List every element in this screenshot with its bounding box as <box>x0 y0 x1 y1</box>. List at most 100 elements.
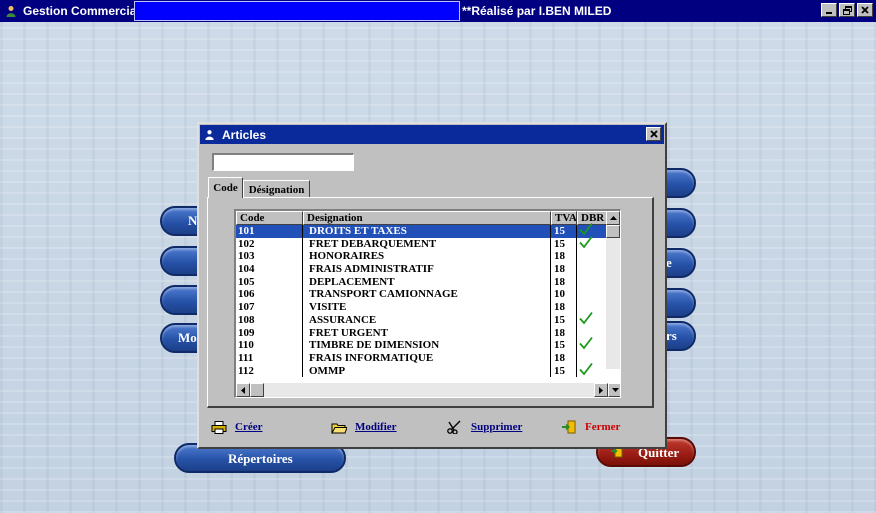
tab-code-label: Code <box>213 182 238 194</box>
delete-action[interactable]: Supprimer <box>447 420 522 434</box>
restore-icon <box>842 5 852 15</box>
cell-code: 103 <box>236 250 303 264</box>
create-action[interactable]: Créer <box>211 420 262 434</box>
modify-label: Modifier <box>355 421 397 433</box>
arrow-right-icon <box>599 386 603 394</box>
table-row[interactable]: 108 ASSURANCE 15 <box>236 311 608 327</box>
cell-designation: FRAIS INFORMATIQUE <box>303 351 551 365</box>
cell-tva: 18 <box>551 263 577 276</box>
cell-code: 104 <box>236 263 303 276</box>
table-row[interactable]: 111 FRAIS INFORMATIQUE 18 <box>236 351 608 365</box>
delete-label: Supprimer <box>471 421 523 433</box>
horizontal-scrollbar[interactable] <box>236 383 608 397</box>
cell-code: 107 <box>236 301 303 314</box>
cell-designation: FRET DEBARQUEMENT <box>303 237 551 251</box>
repertoires-label: Répertoires <box>228 451 293 466</box>
minimize-icon <box>826 12 832 14</box>
arrow-down-icon <box>611 388 619 392</box>
cell-designation: DROITS ET TAXES <box>303 225 551 238</box>
cell-code: 109 <box>236 326 303 340</box>
cell-tva: 18 <box>551 250 577 264</box>
checkmark-icon <box>579 362 593 380</box>
scroll-left-button[interactable] <box>236 383 250 397</box>
dialog-title: Articles <box>222 127 267 142</box>
cell-tva: 15 <box>551 237 577 251</box>
cell-tva: 18 <box>551 326 577 340</box>
search-input[interactable] <box>212 153 354 171</box>
folder-open-icon <box>331 420 349 434</box>
restore-button[interactable] <box>839 3 855 17</box>
table-row[interactable]: 101 DROITS ET TAXES 15 <box>236 222 608 238</box>
close-label: Fermer <box>585 421 621 433</box>
cell-designation: FRET URGENT <box>303 326 551 340</box>
cell-code: 105 <box>236 275 303 289</box>
cell-dbr <box>577 276 608 289</box>
grid-rows: 101 DROITS ET TAXES 15 102 FRET DEBARQUEMENT… <box>236 222 608 380</box>
cell-tva: 18 <box>551 275 577 289</box>
articles-grid: Code Designation TVA DBR 101 DROITS ET TA… <box>234 209 621 398</box>
cell-code: 111 <box>236 351 303 365</box>
menu-button-left-1-label: N <box>188 213 198 228</box>
scissors-icon <box>447 420 465 434</box>
vertical-scroll-thumb[interactable] <box>606 225 620 238</box>
person-icon <box>4 4 18 18</box>
scroll-right-button[interactable] <box>594 383 608 397</box>
close-action[interactable]: Fermer <box>561 420 620 434</box>
cell-tva: 15 <box>551 225 577 238</box>
modify-action[interactable]: Modifier <box>331 420 397 434</box>
scroll-down-button[interactable] <box>608 383 620 397</box>
cell-code: 112 <box>236 364 303 378</box>
cell-tva: 15 <box>551 339 577 352</box>
cell-tva: 10 <box>551 288 577 302</box>
horizontal-scroll-thumb[interactable] <box>250 383 264 397</box>
table-row[interactable]: 102 FRET DEBARQUEMENT 15 <box>236 235 608 251</box>
cell-designation: TIMBRE DE DIMENSION <box>303 339 551 352</box>
minimize-button[interactable] <box>821 3 837 17</box>
column-header-code[interactable]: Code <box>236 211 303 225</box>
table-row[interactable]: 107 VISITE 18 <box>236 301 608 314</box>
arrow-left-icon <box>241 386 245 394</box>
table-row[interactable]: 109 FRET URGENT 18 <box>236 326 608 340</box>
main-titlebar: Gestion Commerciale **Réalisé par I.BEN … <box>0 0 876 22</box>
window-title: Gestion Commerciale <box>23 4 147 18</box>
create-label: Créer <box>235 421 263 433</box>
cell-tva: 18 <box>551 351 577 365</box>
cell-tva: 15 <box>551 313 577 327</box>
cell-designation: DEPLACEMENT <box>303 275 551 289</box>
table-row[interactable]: 105 DEPLACEMENT 18 <box>236 275 608 289</box>
tab-code[interactable]: Code <box>208 177 243 198</box>
column-header-designation[interactable]: Designation <box>303 211 551 225</box>
close-button[interactable] <box>857 3 873 17</box>
cell-designation: VISITE <box>303 301 551 314</box>
cell-designation: FRAIS ADMINISTRATIF <box>303 263 551 276</box>
cell-dbr <box>577 250 608 263</box>
window-controls <box>821 3 873 17</box>
table-row[interactable]: 106 TRANSPORT CAMIONNAGE 10 <box>236 288 608 302</box>
cell-code: 108 <box>236 313 303 327</box>
cell-designation: HONORAIRES <box>303 250 551 264</box>
column-header-tva[interactable]: TVA <box>551 211 577 225</box>
table-row[interactable]: 110 TIMBRE DE DIMENSION 15 <box>236 337 608 352</box>
title-highlight <box>134 1 460 21</box>
table-row[interactable]: 103 HONORAIRES 18 <box>236 250 608 264</box>
tab-designation[interactable]: Désignation <box>243 180 310 198</box>
table-row[interactable]: 112 OMMP 15 <box>236 362 608 380</box>
exit-door-icon <box>561 420 579 434</box>
printer-icon <box>211 420 229 434</box>
cell-code: 102 <box>236 237 303 251</box>
vertical-scrollbar[interactable] <box>606 211 620 369</box>
credit-text: **Réalisé par I.BEN MILED <box>462 4 612 18</box>
grid-header: Code Designation TVA DBR <box>236 211 608 225</box>
table-row[interactable]: 104 FRAIS ADMINISTRATIF 18 <box>236 263 608 276</box>
cell-tva: 18 <box>551 301 577 314</box>
cell-dbr <box>577 362 608 380</box>
cell-code: 106 <box>236 288 303 302</box>
tab-panel: Code Designation TVA DBR 101 DROITS ET TA… <box>207 197 654 408</box>
person-icon <box>204 129 218 140</box>
dialog-close-button[interactable] <box>646 127 661 141</box>
cell-dbr <box>577 311 608 327</box>
scroll-up-button[interactable] <box>606 211 620 225</box>
menu-button-left-4-label: Mo <box>178 330 197 345</box>
close-icon <box>649 130 658 138</box>
cell-dbr <box>577 288 608 301</box>
